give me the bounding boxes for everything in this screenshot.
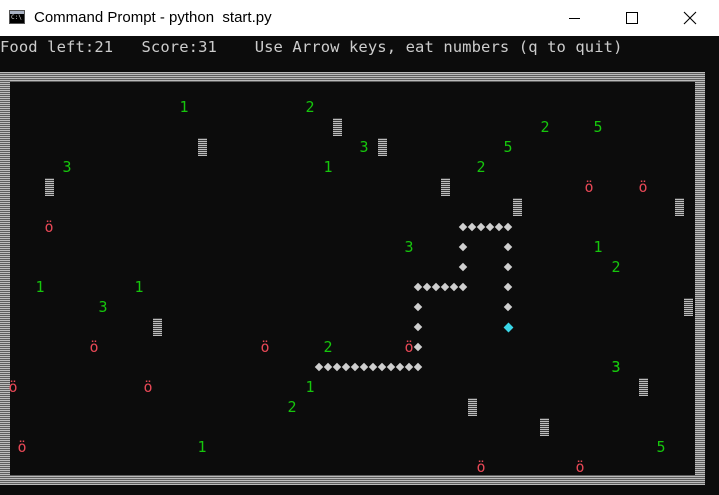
maximize-button[interactable] [603,0,661,36]
minimize-icon [568,17,580,19]
title-bar[interactable]: Command Prompt - python start.py [0,0,719,36]
maximize-icon [626,12,638,24]
board-border [0,72,705,485]
instructions-text: Use Arrow keys, eat numbers (q to quit) [254,38,623,56]
window-title: Command Prompt - python start.py [34,9,272,26]
cmd-icon [9,10,25,24]
game-board [0,57,705,485]
minimize-button[interactable] [545,0,603,36]
command-prompt-window: Command Prompt - python start.py Food le… [0,0,719,495]
status-line: Food left:21 Score:31 Use Arrow keys, ea… [0,37,623,57]
food-left-counter: Food left:21 [0,38,114,56]
close-icon [683,11,697,25]
close-button[interactable] [661,0,719,36]
score-counter: Score:31 [141,38,217,56]
